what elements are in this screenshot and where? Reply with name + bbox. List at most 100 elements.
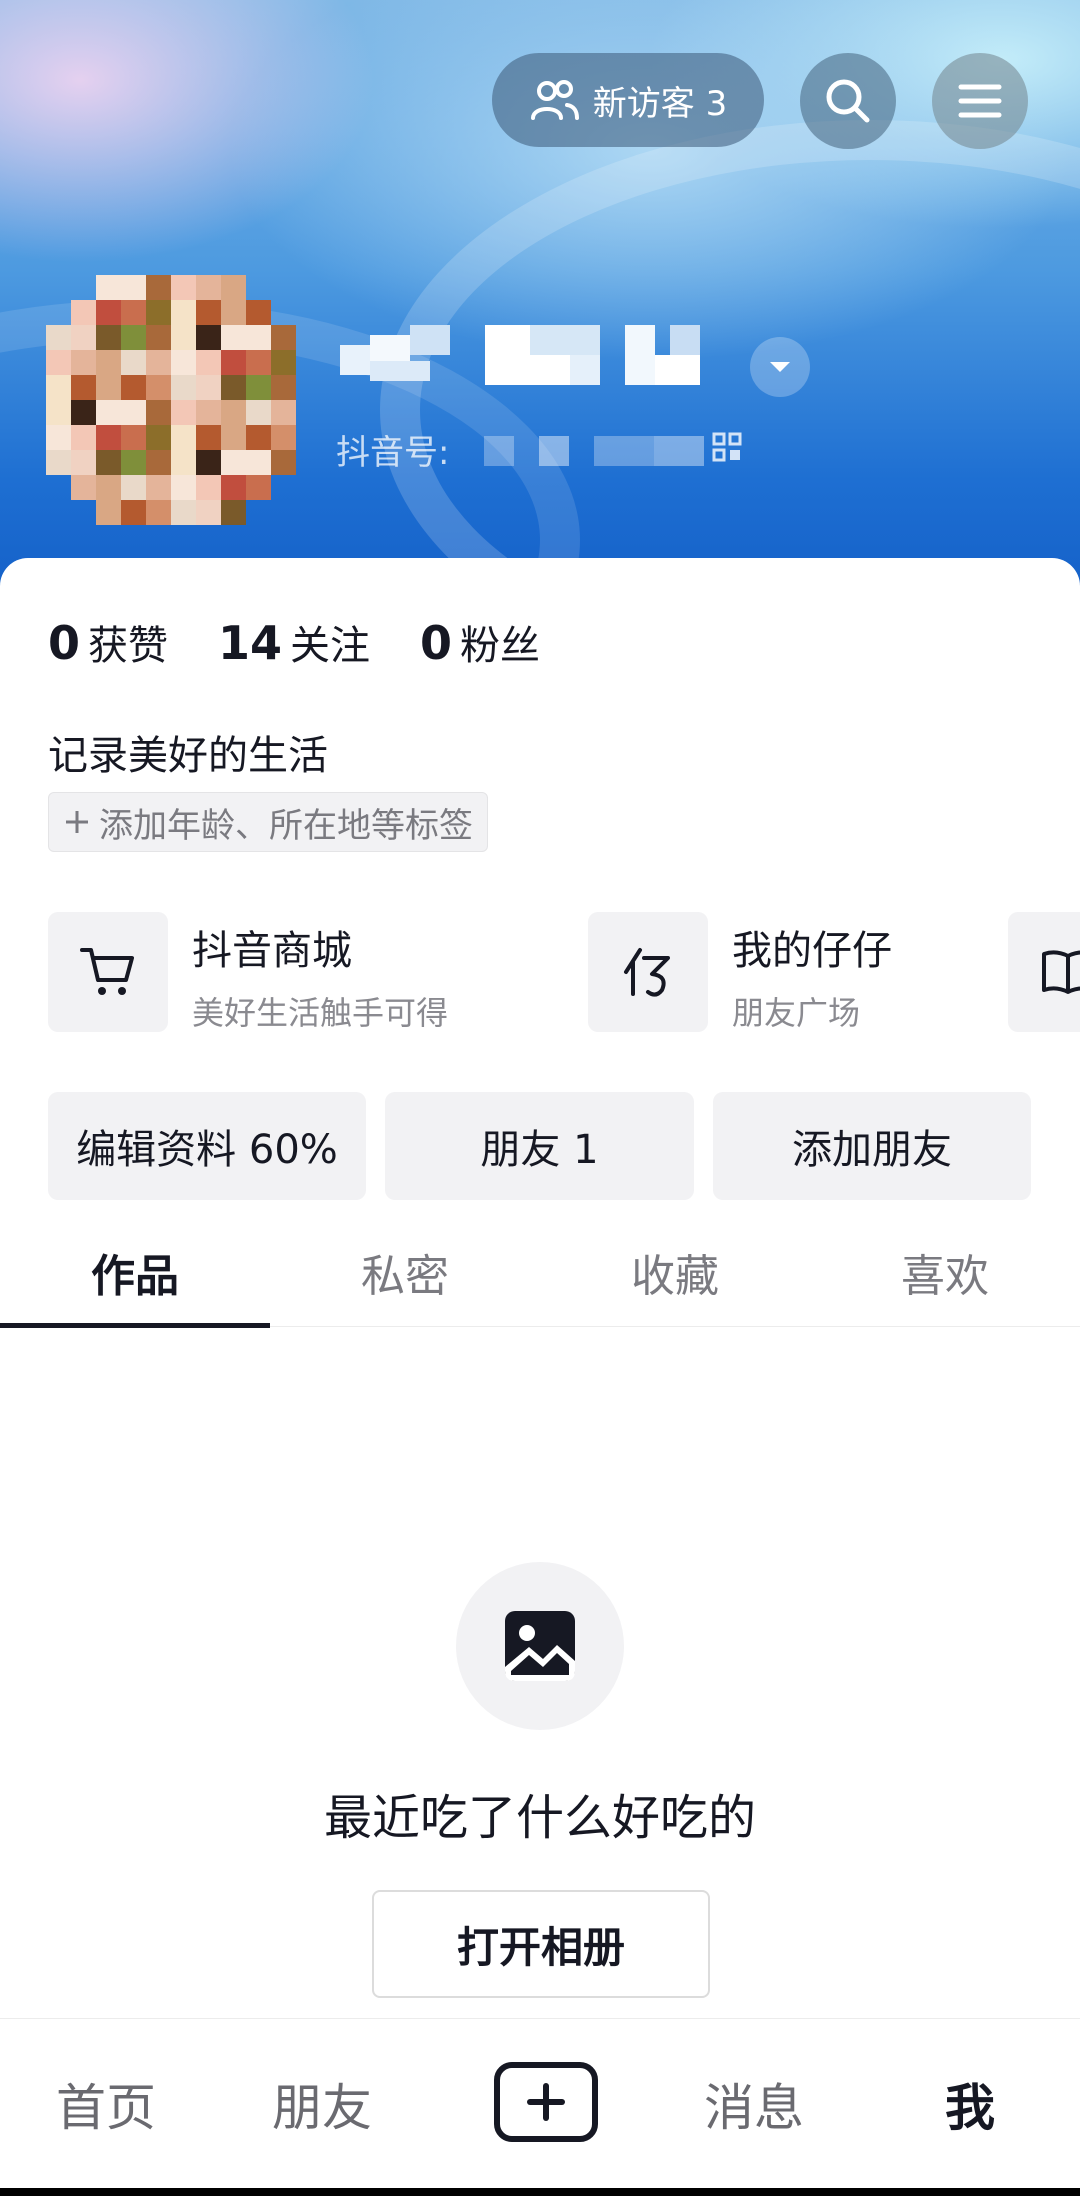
avatar-pixel [146,375,171,400]
nav-friends[interactable]: 朋友 [252,2019,392,2189]
avatar-pixel [196,275,221,300]
service-my-zaizai[interactable]: 我的仔仔 朋友广场 [588,912,892,1034]
avatar-pixel [171,400,196,425]
avatar-pixel [46,300,71,325]
avatar-pixel [121,350,146,375]
service-title: 我的仔仔 [732,928,892,974]
avatar-pixel [196,425,221,450]
service-subtitle: 朋友广场 [732,994,861,1032]
likes-label: 获赞 [88,623,169,669]
avatar-pixel [221,500,246,525]
avatar-pixel [221,350,246,375]
avatar-pixel [121,300,146,325]
avatar-pixel [71,325,96,350]
avatar-pixel [221,475,246,500]
nav-me[interactable]: 我 [900,2019,1040,2189]
avatar-pixel [96,450,121,475]
avatar-pixel [96,475,121,500]
avatar-pixel [121,375,146,400]
avatar-pixel [196,450,221,475]
followers-count: 0 [420,616,453,670]
avatar-pixel [271,350,296,375]
avatar-pixel [196,500,221,525]
avatar-pixel [171,275,196,300]
chevron-down-icon [770,362,790,372]
avatar-pixel [96,350,121,375]
bio-text[interactable]: 记录美好的生活 [48,723,328,781]
nav-messages[interactable]: 消息 [684,2019,824,2189]
avatar-pixel [221,400,246,425]
avatar-pixel [146,300,171,325]
likes-count: 0 [48,616,81,670]
followers-stat[interactable]: 0 粉丝 [420,613,540,671]
likes-stat[interactable]: 0 获赞 [48,613,168,671]
cart-icon [80,948,134,995]
avatar-pixel [171,325,196,350]
search-button[interactable] [800,53,896,149]
avatar-pixel [46,475,71,500]
zaizai-icon [624,948,670,997]
avatar-pixel [246,350,271,375]
avatar-pixel [146,450,171,475]
open-album-button[interactable]: 打开相册 [372,1890,710,1998]
edit-profile-button[interactable]: 编辑资料 60% [48,1092,366,1200]
profile-content: 0 获赞 14 关注 0 粉丝 记录美好的生活 添加年龄、所在地等标签 抖音商城… [0,558,1080,2018]
avatar-pixel [246,475,271,500]
avatar-pixel [146,425,171,450]
service-partial[interactable] [1008,912,1080,1032]
qr-code-icon[interactable] [712,432,742,462]
friends-button[interactable]: 朋友 1 [385,1092,694,1200]
avatar-pixel [96,325,121,350]
avatar-pixel [71,350,96,375]
avatar-pixel [121,400,146,425]
tab-likes[interactable]: 喜欢 [810,1218,1080,1326]
avatar-pixel [71,475,96,500]
avatar[interactable] [46,275,296,525]
service-douyin-mall[interactable]: 抖音商城 美好生活触手可得 [48,912,448,1034]
avatar-pixel [71,375,96,400]
plus-icon [527,2083,565,2121]
avatar-pixel [221,425,246,450]
stats-row: 0 获赞 14 关注 0 粉丝 [48,613,540,671]
menu-button[interactable] [932,53,1028,149]
avatar-pixel [96,500,121,525]
avatar-pixel [196,325,221,350]
avatar-pixel [71,300,96,325]
avatar-pixel [246,325,271,350]
following-stat[interactable]: 14 关注 [218,613,370,671]
avatar-pixel [271,450,296,475]
service-icon-box [48,912,168,1032]
avatar-pixel [146,325,171,350]
avatar-pixel [271,275,296,300]
avatar-pixel [171,425,196,450]
avatar-pixel [96,425,121,450]
username-pixelated[interactable] [340,325,740,389]
avatar-pixel [171,450,196,475]
tab-favorites[interactable]: 收藏 [540,1218,810,1326]
following-label: 关注 [290,623,371,669]
tab-works[interactable]: 作品 [0,1218,270,1326]
avatar-pixel [146,475,171,500]
avatar-pixel [246,400,271,425]
image-icon [505,1611,575,1681]
avatar-pixel [171,300,196,325]
bottom-nav: 首页 朋友 消息 我 [0,2018,1080,2189]
avatar-pixel [46,325,71,350]
add-tags-button[interactable]: 添加年龄、所在地等标签 [48,792,488,852]
avatar-pixel [271,500,296,525]
avatar-pixel [146,350,171,375]
avatar-pixel [46,500,71,525]
avatar-pixel [121,425,146,450]
add-friends-button[interactable]: 添加朋友 [713,1092,1031,1200]
avatar-pixel [171,375,196,400]
nav-home[interactable]: 首页 [36,2019,176,2189]
douyin-id-pixelated[interactable] [484,436,704,466]
avatar-pixel [196,400,221,425]
new-visitors-button[interactable]: 新访客 3 [492,53,764,147]
account-switch-button[interactable] [750,337,810,397]
avatar-pixel [196,475,221,500]
tab-private[interactable]: 私密 [270,1218,540,1326]
create-button[interactable] [494,2062,598,2142]
avatar-pixel [121,325,146,350]
content-tabs: 作品 私密 收藏 喜欢 [0,1218,1080,1328]
